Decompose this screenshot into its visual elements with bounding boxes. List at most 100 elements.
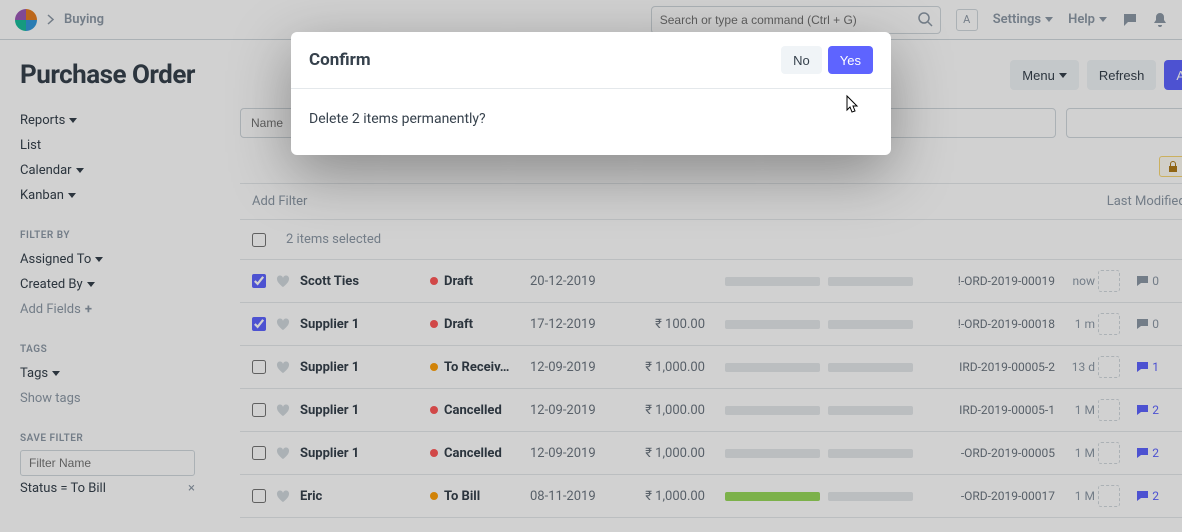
row-checkbox[interactable]	[252, 274, 266, 288]
calendar-view[interactable]: Calendar	[20, 158, 220, 183]
page-title: Purchase Order	[20, 60, 195, 90]
chevron-down-icon	[76, 168, 84, 173]
doc-id: IRD-2019-00005-1	[915, 403, 1055, 417]
saved-filter-status[interactable]: Status = To Bill ×	[20, 476, 195, 501]
status-cell: Cancelled	[430, 403, 530, 418]
user-avatar[interactable]: A	[956, 9, 978, 31]
heart-icon[interactable]	[276, 447, 290, 460]
attachment-placeholder[interactable]	[1095, 313, 1123, 335]
sort-last-modified[interactable]: Last Modified On	[1107, 194, 1182, 209]
kanban-view[interactable]: Kanban	[20, 183, 220, 208]
search-icon[interactable]	[917, 11, 933, 27]
tags-label: TAGS	[20, 344, 220, 355]
table-row[interactable]: Supplier 1 Cancelled 12-09-2019 ₹ 1,000.…	[240, 389, 1182, 432]
attachment-placeholder[interactable]	[1095, 485, 1123, 507]
doc-id: IRD-2019-00005-2	[915, 360, 1055, 374]
save-filter-label: SAVE FILTER	[20, 433, 220, 444]
chevron-down-icon	[1045, 17, 1053, 22]
close-icon[interactable]: ×	[188, 481, 195, 496]
row-checkbox[interactable]	[252, 360, 266, 374]
chevron-down-icon	[69, 118, 77, 123]
status-cell: To Bill	[430, 489, 530, 504]
time-ago: 1 M	[1055, 403, 1095, 417]
row-checkbox[interactable]	[252, 446, 266, 460]
global-search	[651, 6, 941, 34]
menu-button[interactable]: Menu	[1010, 60, 1079, 90]
show-tags[interactable]: Show tags	[20, 386, 220, 411]
table-row[interactable]: Eric To Bill 08-11-2019 ₹ 1,000.00 -ORD-…	[240, 475, 1182, 518]
filter-4[interactable]	[879, 108, 1056, 138]
date-cell: 17-12-2019	[530, 317, 625, 332]
supplier-name: Supplier 1	[300, 446, 430, 461]
reports-view[interactable]: Reports	[20, 108, 220, 133]
table-row[interactable]: Scott Ties Draft 20-12-2019 !-ORD-2019-0…	[240, 260, 1182, 303]
add-fields[interactable]: Add Fields +	[20, 297, 220, 322]
date-cell: 08-11-2019	[530, 489, 625, 504]
status-dot-icon	[430, 277, 438, 285]
amount-cell: ₹ 100.00	[625, 317, 725, 332]
filter-name-input[interactable]	[20, 450, 195, 476]
actions-button[interactable]: Actions	[1164, 60, 1182, 90]
status-dot-icon	[430, 449, 438, 457]
restricted-badge[interactable]: Restricted	[1159, 156, 1182, 177]
assigned-to-filter[interactable]: Assigned To	[20, 247, 220, 272]
comments-count[interactable]: 0	[1123, 274, 1159, 288]
chat-icon[interactable]	[1122, 12, 1138, 28]
search-input[interactable]	[651, 6, 941, 34]
attachment-placeholder[interactable]	[1095, 442, 1123, 464]
settings-menu[interactable]: Settings	[993, 12, 1053, 27]
amount-cell: ₹ 1,000.00	[625, 360, 725, 375]
bell-icon[interactable]	[1153, 12, 1167, 28]
comments-count[interactable]: 2	[1123, 446, 1159, 460]
amount-cell: ₹ 1,000.00	[625, 446, 725, 461]
comments-count[interactable]: 1	[1123, 360, 1159, 374]
tags-dropdown[interactable]: Tags	[20, 361, 220, 386]
add-filter-link[interactable]: Add Filter	[252, 194, 307, 209]
breadcrumb-sep	[47, 14, 54, 25]
attachment-placeholder[interactable]	[1095, 356, 1123, 378]
comments-count[interactable]: 0	[1123, 317, 1159, 331]
status-cell: Cancelled	[430, 446, 530, 461]
row-checkbox[interactable]	[252, 403, 266, 417]
progress-bars	[725, 277, 915, 286]
doc-id: !-ORD-2019-00018	[915, 317, 1055, 331]
refresh-button[interactable]: Refresh	[1087, 60, 1157, 90]
help-menu[interactable]: Help	[1068, 12, 1107, 27]
chevron-down-icon	[1099, 17, 1107, 22]
confirm-dialog: Confirm No Yes Delete 2 items permanentl…	[291, 32, 891, 155]
status-dot-icon	[430, 492, 438, 500]
progress-bars	[725, 320, 915, 329]
date-cell: 12-09-2019	[530, 360, 625, 375]
no-button[interactable]: No	[781, 46, 822, 74]
attachment-placeholder[interactable]	[1095, 399, 1123, 421]
comments-count[interactable]: 2	[1123, 403, 1159, 417]
status-dot-icon	[430, 406, 438, 414]
attachment-placeholder[interactable]	[1095, 270, 1123, 292]
list-content: Restricted Add Filter Last Modified On	[240, 108, 1182, 518]
table-row[interactable]: Supplier 1 Cancelled 12-09-2019 ₹ 1,000.…	[240, 432, 1182, 475]
dialog-body: Delete 2 items permanently?	[291, 89, 891, 155]
row-checkbox[interactable]	[252, 317, 266, 331]
breadcrumb-buying[interactable]: Buying	[64, 12, 104, 27]
table-row[interactable]: Supplier 1 To Receiv… 12-09-2019 ₹ 1,000…	[240, 346, 1182, 389]
created-by-filter[interactable]: Created By	[20, 272, 220, 297]
row-checkbox[interactable]	[252, 489, 266, 503]
comments-count[interactable]: 2	[1123, 489, 1159, 503]
app-logo[interactable]	[15, 9, 37, 31]
heart-icon[interactable]	[276, 490, 290, 503]
date-cell: 12-09-2019	[530, 446, 625, 461]
amount-cell: ₹ 1,000.00	[625, 403, 725, 418]
heart-icon[interactable]	[276, 361, 290, 374]
select-all-checkbox[interactable]	[252, 233, 266, 247]
time-ago: 1 M	[1055, 446, 1095, 460]
chevron-down-icon	[87, 282, 95, 287]
table-row[interactable]: Supplier 1 Draft 17-12-2019 ₹ 100.00 !-O…	[240, 303, 1182, 346]
time-ago: 13 d	[1055, 360, 1095, 374]
heart-icon[interactable]	[276, 404, 290, 417]
heart-icon[interactable]	[276, 275, 290, 288]
heart-icon[interactable]	[276, 318, 290, 331]
supplier-name: Scott Ties	[300, 274, 430, 289]
filter-5[interactable]	[1066, 108, 1182, 138]
list-view[interactable]: List	[20, 133, 220, 158]
yes-button[interactable]: Yes	[828, 46, 873, 74]
